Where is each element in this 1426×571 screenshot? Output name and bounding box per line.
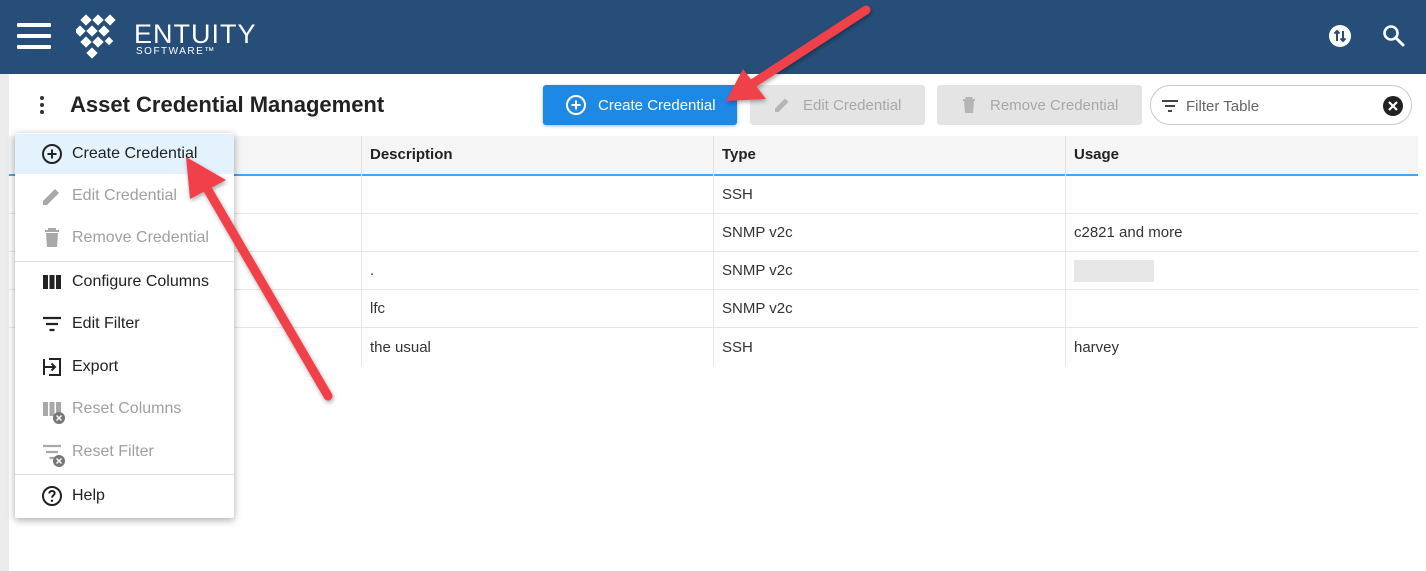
- menu-item-edit-credential[interactable]: Edit Credential: [15, 176, 234, 216]
- menu-item-label: Edit Credential: [72, 187, 177, 204]
- clear-filter-icon[interactable]: [1382, 95, 1404, 117]
- add-circle-icon: [566, 95, 586, 115]
- menu-item-reset-columns[interactable]: Reset Columns: [15, 389, 234, 429]
- entuity-logo-mark-icon: [76, 14, 116, 59]
- menu-item-label: Help: [72, 487, 105, 504]
- cell-type: SNMP v2c: [713, 252, 1065, 289]
- cell-description: lfc: [361, 290, 713, 327]
- column-header-type[interactable]: Type: [713, 136, 1065, 176]
- menu-item-label: Configure Columns: [72, 273, 209, 290]
- trash-icon: [45, 228, 59, 247]
- menu-item-label: Remove Credential: [72, 229, 209, 246]
- cell-usage: [1065, 176, 1418, 213]
- page-title: Asset Credential Management: [70, 92, 385, 117]
- reset-columns-icon: [40, 397, 65, 424]
- columns-icon: [43, 275, 61, 289]
- top-bar: ENTUITY SOFTWARE™: [0, 0, 1426, 74]
- menu-item-label: Create Credential: [72, 145, 198, 162]
- export-icon: [43, 358, 61, 376]
- menu-item-remove-credential[interactable]: Remove Credential: [15, 218, 234, 258]
- app-window: ENTUITY SOFTWARE™ Asset Credential Manag…: [0, 0, 1426, 571]
- trash-icon: [963, 97, 975, 113]
- menu-item-export[interactable]: Export: [15, 347, 234, 387]
- menu-item-label: Export: [72, 358, 119, 375]
- cell-usage: [1065, 290, 1418, 327]
- remove-credential-label: Remove Credential: [990, 96, 1119, 114]
- menu-item-help[interactable]: Help: [15, 476, 234, 516]
- menu-item-label: Reset Columns: [72, 400, 182, 417]
- column-header-usage[interactable]: Usage: [1065, 136, 1418, 176]
- reset-filter-icon: [40, 440, 65, 467]
- edit-credential-label: Edit Credential: [803, 96, 902, 114]
- help-icon: [42, 486, 62, 506]
- filter-icon: [43, 316, 61, 332]
- brand-tagline: SOFTWARE™: [136, 46, 216, 57]
- pencil-icon: [775, 98, 789, 112]
- menu-item-configure-columns[interactable]: Configure Columns: [15, 262, 234, 302]
- cell-description: the usual: [361, 328, 713, 366]
- edit-credential-button[interactable]: Edit Credential: [750, 85, 925, 125]
- create-credential-button[interactable]: Create Credential: [543, 85, 737, 125]
- more-options-icon[interactable]: [36, 96, 48, 116]
- table-actions-menu: Create Credential Edit Credential Remove…: [15, 133, 234, 518]
- menu-item-label: Edit Filter: [72, 315, 140, 332]
- cell-type: SSH: [713, 328, 1065, 366]
- cell-description: .: [361, 252, 713, 289]
- column-header-description[interactable]: Description: [361, 136, 713, 176]
- hamburger-menu-icon[interactable]: [17, 23, 51, 49]
- cell-usage: [1065, 252, 1418, 289]
- redacted-value: [1074, 259, 1154, 282]
- cell-description: [361, 214, 713, 251]
- filter-table-input[interactable]: [1186, 95, 1376, 117]
- remove-credential-button[interactable]: Remove Credential: [937, 85, 1142, 125]
- filter-icon: [1162, 100, 1178, 112]
- cell-type: SNMP v2c: [713, 214, 1065, 251]
- menu-item-reset-filter[interactable]: Reset Filter: [15, 432, 234, 472]
- create-credential-label: Create Credential: [598, 96, 716, 114]
- add-circle-icon: [42, 144, 62, 164]
- menu-item-label: Reset Filter: [72, 443, 154, 460]
- cell-type: SNMP v2c: [713, 290, 1065, 327]
- sync-arrows-icon[interactable]: [1326, 22, 1354, 50]
- cell-usage: c2821 and more: [1065, 214, 1418, 251]
- cell-usage: harvey: [1065, 328, 1418, 366]
- pencil-icon: [43, 189, 59, 205]
- menu-item-edit-filter[interactable]: Edit Filter: [15, 304, 234, 344]
- search-icon[interactable]: [1380, 22, 1408, 50]
- cell-type: SSH: [713, 176, 1065, 213]
- menu-item-create-credential[interactable]: Create Credential: [15, 134, 234, 174]
- filter-table-field: [1150, 85, 1412, 125]
- cell-description: [361, 176, 713, 213]
- menu-divider: [15, 474, 234, 475]
